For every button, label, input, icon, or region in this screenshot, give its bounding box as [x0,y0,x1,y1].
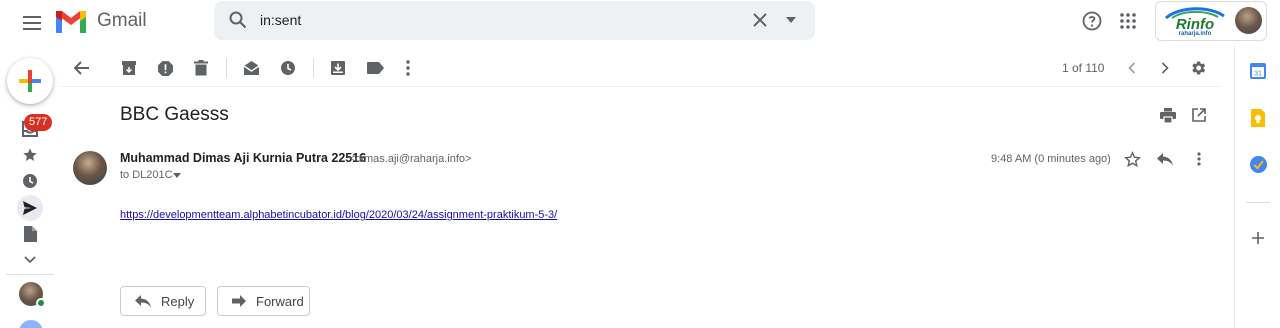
print-icon[interactable] [1158,105,1178,125]
search-bar[interactable] [214,1,815,40]
side-panel-separator [1246,202,1270,203]
gmail-logo-icon[interactable] [54,9,88,35]
expand-more-icon[interactable] [19,249,41,271]
forward-label: Forward [256,293,304,309]
keep-bulb-icon[interactable] [1249,108,1267,128]
sender-name[interactable]: Muhammad Dimas Aji Kurnia Putra 22516 [120,151,366,165]
sender-email: <dimas.aji@raharja.info> [349,153,472,165]
tasks-icon[interactable] [1249,155,1267,173]
open-new-window-icon[interactable] [1189,105,1209,125]
rail-divider [6,274,54,275]
recipient-line: to DL201C [120,169,173,181]
report-spam-icon[interactable] [153,56,177,80]
chat-avatar-partial[interactable] [19,320,43,328]
search-input[interactable]: in:sent [260,12,301,28]
compose-button[interactable] [7,58,53,104]
star-outline-icon[interactable] [1121,148,1143,170]
sender-avatar[interactable] [73,151,107,185]
back-arrow-icon[interactable] [70,56,94,80]
snooze-clock-icon[interactable] [276,56,300,80]
apps-grid-icon[interactable] [1116,6,1140,36]
toolbar-separator [226,58,227,78]
message-timestamp: 9:48 AM (0 minutes ago) [991,153,1111,165]
move-to-icon[interactable] [326,56,350,80]
delete-trash-icon[interactable] [189,56,213,80]
reply-icon [135,294,151,308]
org-logo-subtext: raharja.info [1178,31,1212,37]
app-name[interactable]: Gmail [97,10,147,32]
drafts-icon[interactable] [19,223,41,245]
older-chevron-right-icon[interactable] [1153,56,1177,80]
settings-gear-icon[interactable] [1186,56,1210,80]
calendar-icon[interactable]: 31 [1249,62,1267,80]
newer-chevron-left-icon[interactable] [1120,56,1144,80]
inbox-unread-badge: 577 [24,114,53,131]
reply-arrow-icon[interactable] [1154,148,1176,170]
pagination-count: 1 of 110 [1062,61,1105,75]
toolbar-divider [60,86,1220,87]
message-subject: BBC Gaesss [120,104,229,125]
forward-button[interactable]: Forward [217,286,310,316]
account-avatar[interactable] [1235,7,1262,34]
reply-label: Reply [161,293,195,309]
label-tag-icon[interactable] [363,56,387,80]
more-options-icon[interactable] [396,56,420,80]
main-menu-icon[interactable] [12,3,52,43]
message-body-link[interactable]: https://developmentteam.alphabetincubato… [120,209,557,221]
forward-icon [232,295,246,307]
help-icon[interactable] [1080,6,1104,36]
side-panel-divider [1234,46,1235,328]
toolbar-separator [313,58,314,78]
message-more-icon[interactable] [1188,148,1210,170]
mark-unread-icon[interactable] [239,56,263,80]
clear-search-icon[interactable] [746,5,774,35]
reply-button[interactable]: Reply [120,286,206,316]
sent-icon[interactable] [19,197,41,219]
snoozed-clock-icon[interactable] [19,170,41,192]
archive-icon[interactable] [117,56,141,80]
search-options-icon[interactable] [780,5,802,35]
online-status-dot [36,298,46,308]
show-details-caret-icon[interactable] [171,169,183,181]
get-addons-plus-icon[interactable] [1249,229,1267,247]
search-icon[interactable] [224,5,252,35]
svg-text:31: 31 [1254,71,1262,78]
starred-icon[interactable] [19,144,41,166]
